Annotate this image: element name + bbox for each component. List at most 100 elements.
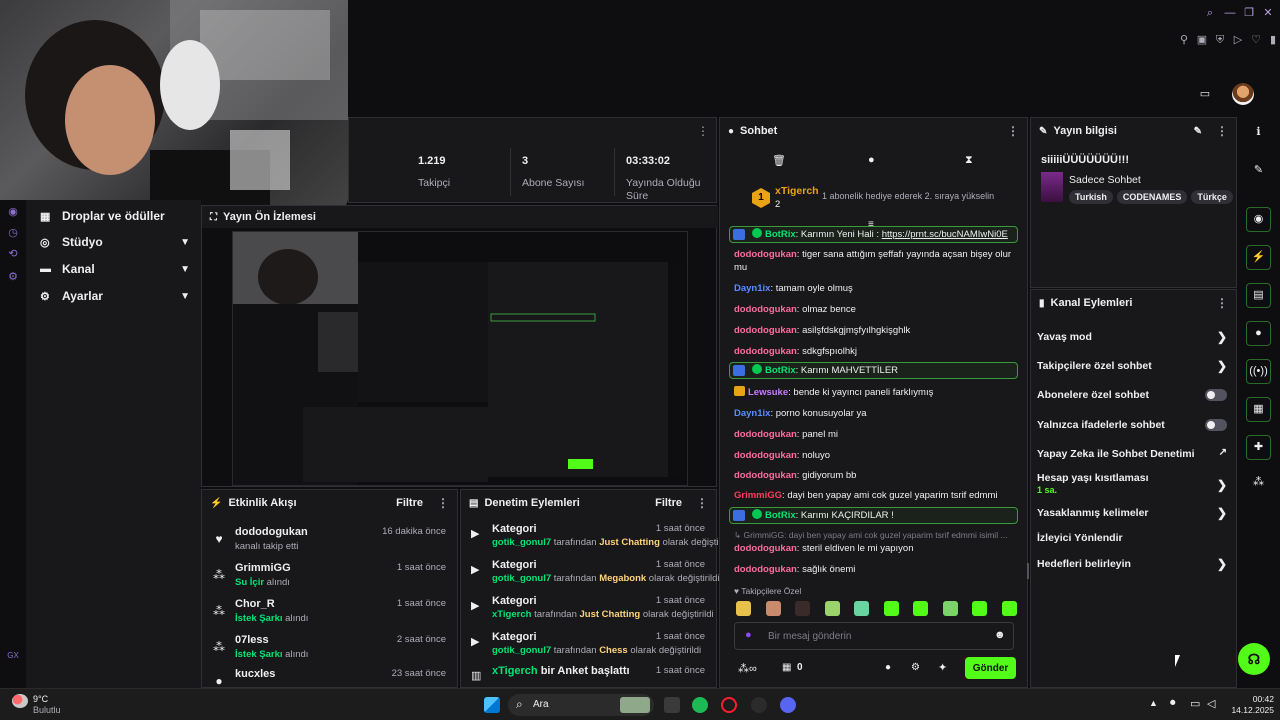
clock-time[interactable]: 00:42 <box>1240 694 1274 704</box>
broadcast-icon[interactable]: ((•)) <box>1246 359 1271 384</box>
chat-username[interactable]: BotRix <box>765 229 796 240</box>
gift-prompt[interactable]: 1 abonelik hediye ederek 2. sıraya yükse… <box>822 191 994 201</box>
pencil-icon[interactable]: ✎ <box>1246 159 1271 184</box>
tray-chevron-up-icon[interactable]: ▲ <box>1149 698 1158 708</box>
microphone-icon[interactable]: ● <box>745 629 752 641</box>
nav-item-drops[interactable]: ▦ Droplar ve ödüller <box>40 206 190 226</box>
emote-icon[interactable] <box>854 601 869 616</box>
category-name[interactable]: Sadece Sohbet <box>1069 174 1141 186</box>
more-icon[interactable]: ⋮ <box>696 496 708 510</box>
chat-username[interactable]: Lewsuke <box>748 387 788 398</box>
chat-username[interactable]: dododogukan <box>734 450 797 461</box>
clock-date[interactable]: 14.12.2025 <box>1222 705 1274 715</box>
restore-icon[interactable]: ❐ <box>1242 6 1256 20</box>
clipboard-icon[interactable]: ▤ <box>1246 283 1271 308</box>
gift-icon[interactable]: ▦ <box>782 662 791 673</box>
tag[interactable]: Türkçe <box>1191 190 1233 204</box>
nav-item-channel[interactable]: ▬ Kanal ▼ <box>40 259 190 279</box>
chat-username[interactable]: BotRix <box>765 510 796 521</box>
scrollbar[interactable] <box>1027 563 1029 579</box>
mod-user[interactable]: gotik_gonul7 <box>492 537 551 548</box>
settings-icon[interactable]: ⚙ <box>6 270 20 284</box>
action-ai-moderation[interactable]: Yapay Zeka ile Sohbet Denetimi ↗ <box>1037 447 1227 460</box>
steam-icon[interactable] <box>751 697 767 713</box>
trash-icon[interactable]: 🗑 <box>772 154 786 167</box>
top-gifter-name[interactable]: xTigerch <box>775 185 819 197</box>
more-icon[interactable]: ⋮ <box>1216 296 1228 310</box>
more-icon[interactable]: ⋮ <box>697 124 709 138</box>
heart-icon[interactable]: ♡ <box>1249 33 1263 47</box>
layout-icon[interactable]: ▦ <box>1246 397 1271 422</box>
mod-user[interactable]: gotik_gonul7 <box>492 645 551 656</box>
chat-username[interactable]: GrimmiGG <box>734 490 782 501</box>
chat-username[interactable]: Dayn1ix <box>734 408 770 419</box>
channel-points-icon[interactable]: ⁂∞ <box>738 662 757 675</box>
chat-username[interactable]: dododogukan <box>734 304 797 315</box>
drops-icon[interactable]: ◉ <box>6 205 20 219</box>
minimize-icon[interactable]: — <box>1223 6 1237 20</box>
action-account-age[interactable]: Hesap yaşı kısıtlaması ❯ <box>1037 472 1227 492</box>
weather-icon[interactable] <box>12 694 28 708</box>
camera-icon[interactable]: ◉ <box>1246 207 1271 232</box>
play-icon[interactable]: ▷ <box>1231 33 1245 47</box>
more-icon[interactable]: ⋮ <box>437 496 449 510</box>
clock-icon[interactable]: ◷ <box>6 226 20 240</box>
event-user[interactable]: dododogukan <box>235 526 308 538</box>
event-user[interactable]: Chor_R <box>235 598 275 610</box>
event-user[interactable]: GrimmiGG <box>235 562 291 574</box>
filter-button[interactable]: Filtre <box>396 497 423 509</box>
emote-icon[interactable] <box>824 601 840 616</box>
bookmark-icon[interactable]: ⚲ <box>1177 33 1191 47</box>
taskbar-search[interactable]: ⌕ Ara <box>508 694 654 716</box>
search-icon[interactable]: ⌕ <box>1203 6 1217 20</box>
opera-gx-icon[interactable] <box>721 697 737 713</box>
stream-preview-video[interactable] <box>232 231 688 486</box>
action-slow-mode[interactable]: Yavaş mod ❯ <box>1037 330 1227 344</box>
network-icon[interactable]: ▭ <box>1190 697 1200 710</box>
emote-only-toggle[interactable] <box>1205 419 1227 431</box>
close-icon[interactable]: ✕ <box>1261 6 1275 20</box>
hourglass-icon[interactable]: ⧗ <box>965 154 973 167</box>
action-followers-only[interactable]: Takipçilere özel sohbet ❯ <box>1037 359 1227 373</box>
event-user[interactable]: 07less <box>235 634 269 646</box>
send-button[interactable]: Gönder <box>965 657 1016 679</box>
avatar[interactable] <box>1232 83 1254 105</box>
emote-icon[interactable] <box>736 601 751 616</box>
windows-start-icon[interactable] <box>484 697 500 713</box>
chat-username[interactable]: BotRix <box>765 365 796 376</box>
chat-username[interactable]: dododogukan <box>734 543 797 554</box>
chat-username[interactable]: dododogukan <box>734 564 797 575</box>
chat-bubble-icon[interactable]: ● <box>1246 321 1271 346</box>
task-view-icon[interactable] <box>664 697 680 713</box>
wrench-icon[interactable]: ✚ <box>1246 435 1271 460</box>
emote-icon[interactable] <box>765 601 781 616</box>
category-thumbnail[interactable] <box>1041 172 1063 202</box>
more-icon[interactable]: ⋮ <box>1007 124 1019 138</box>
history-icon[interactable]: ⟲ <box>6 247 20 261</box>
chat-username[interactable]: dododogukan <box>734 249 797 260</box>
mod-user[interactable]: xTigerch <box>492 665 538 677</box>
chat-link[interactable]: https://prnt.sc/bucNAMIwNi0E <box>882 229 1008 240</box>
chat-settings-bubble-icon[interactable]: ● <box>885 662 891 673</box>
chat-input[interactable]: ● Bir mesaj gönderin ☻ <box>734 622 1014 650</box>
action-goals[interactable]: Hedefleri belirleyin ❯ <box>1037 557 1227 571</box>
chat-username[interactable]: Dayn1ix <box>734 283 770 294</box>
screenshot-icon[interactable]: ▣ <box>1195 33 1209 47</box>
emote-icon[interactable] <box>942 601 958 616</box>
tag[interactable]: Turkish <box>1069 190 1113 204</box>
badge-icon[interactable]: ✦ <box>938 661 947 674</box>
emote-icon[interactable] <box>883 601 899 616</box>
mod-user[interactable]: gotik_gonul7 <box>492 573 551 584</box>
event-user[interactable]: kucxles <box>235 668 275 680</box>
volume-icon[interactable]: ◁ <box>1207 697 1215 710</box>
subscribers-only-toggle[interactable] <box>1205 389 1227 401</box>
tag[interactable]: CODENAMES <box>1116 190 1188 204</box>
bolt-icon[interactable]: ⚡ <box>1246 245 1271 270</box>
support-headset-icon[interactable]: ☊ <box>1238 643 1270 675</box>
shield-icon[interactable]: ⛨ <box>1213 33 1227 47</box>
sidebar-icon[interactable]: ▮ <box>1266 33 1280 47</box>
info-icon[interactable]: ℹ <box>1246 121 1271 146</box>
emoji-icon[interactable]: ☻ <box>994 629 1006 641</box>
action-banned-words[interactable]: Yasaklanmış kelimeler ❯ <box>1037 506 1227 520</box>
chat-username[interactable]: dododogukan <box>734 346 797 357</box>
